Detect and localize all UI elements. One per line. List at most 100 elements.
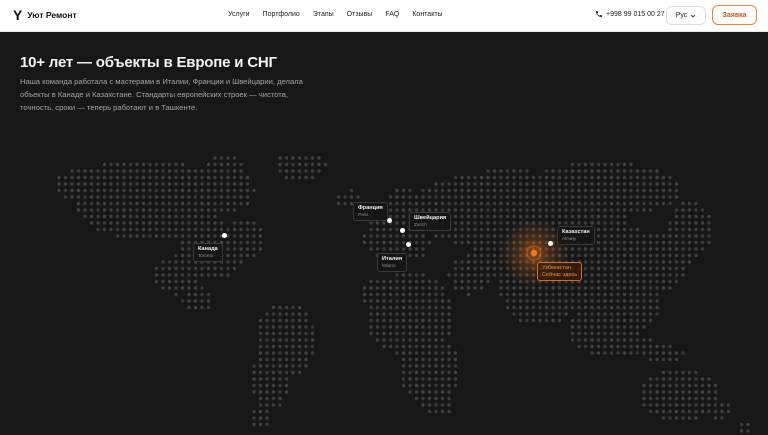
map-dot [648, 286, 653, 290]
map-dot [219, 266, 224, 271]
map-dot [388, 299, 393, 303]
nav-link-reviews[interactable]: Отзывы [347, 11, 373, 18]
map-dot [440, 357, 445, 362]
map-dot [167, 214, 172, 219]
map-dot [167, 273, 172, 277]
hero-description: Наша команда работала с мастерами в Итал… [20, 77, 303, 112]
map-dot [661, 286, 666, 290]
pin-italy[interactable] [406, 242, 411, 247]
map-dot [115, 221, 120, 225]
map-dot [655, 409, 659, 414]
map-dot [700, 390, 705, 394]
pin-switzerland[interactable] [400, 228, 405, 233]
nav-link-contacts[interactable]: Контакты [412, 11, 442, 18]
pin-kazakhstan[interactable] [548, 241, 553, 246]
map-dot [258, 370, 263, 375]
map-dot [583, 318, 588, 323]
map-dot [583, 162, 588, 167]
map-dot [148, 188, 152, 193]
map-dot [401, 338, 406, 342]
map-dot [648, 266, 653, 271]
map-dot [213, 162, 217, 167]
map-dot [466, 188, 471, 193]
map-dot [694, 234, 698, 238]
map-dot [635, 325, 640, 329]
map-dot [408, 299, 412, 303]
map-dot [408, 286, 412, 290]
map-dot [271, 364, 276, 368]
map-dot [609, 318, 614, 323]
map-dot [596, 325, 601, 329]
map-dot [661, 409, 666, 414]
map-dot [421, 234, 425, 238]
map-dot [401, 292, 406, 297]
brand-logo[interactable]: Y Уют Ремонт [13, 8, 77, 22]
nav-link-stages[interactable]: Этапы [313, 11, 334, 18]
map-dot [278, 344, 282, 349]
map-dot [596, 338, 601, 342]
map-dot [544, 318, 549, 323]
map-dot [70, 188, 74, 193]
map-dot [421, 247, 425, 251]
map-dot [226, 195, 230, 199]
map-dot [557, 292, 562, 297]
map-dot [557, 299, 562, 303]
map-dot [187, 305, 191, 310]
map-dot [512, 169, 516, 173]
map-dot [213, 188, 217, 193]
map-dot [395, 305, 399, 310]
map-dot [180, 201, 185, 206]
map-dot [655, 305, 659, 310]
map-dot [648, 234, 653, 238]
pin-canada[interactable] [222, 233, 227, 238]
map-dot [473, 260, 477, 264]
map-dot [622, 325, 627, 329]
map-dot [128, 169, 133, 173]
map-dot [278, 338, 282, 342]
map-dot [174, 292, 178, 297]
map-dot [596, 266, 601, 271]
nav-link-portfolio[interactable]: Портфолио [263, 11, 300, 18]
map-dot [525, 286, 529, 290]
map-dot [447, 299, 451, 303]
map-dot [284, 390, 289, 394]
map-dot [609, 169, 614, 173]
nav-link-faq[interactable]: FAQ [385, 11, 399, 18]
map-dot [453, 357, 458, 362]
map-dot [577, 214, 581, 219]
map-dot [622, 201, 627, 206]
map-dot [577, 188, 581, 193]
map-dot [161, 214, 165, 219]
map-dot [531, 175, 536, 180]
language-select[interactable]: Рус [666, 6, 706, 25]
map-dot [655, 292, 659, 297]
map-dot [577, 299, 581, 303]
map-dot [694, 370, 698, 375]
map-dot [265, 403, 269, 407]
map-dot [109, 182, 113, 186]
map-dot [642, 292, 646, 297]
map-dot [213, 175, 217, 180]
request-button[interactable]: Заявка [712, 5, 757, 25]
map-dot [382, 279, 386, 284]
map-dot [596, 188, 601, 193]
map-dot [551, 292, 555, 297]
map-dot [226, 201, 230, 206]
map-dot [213, 195, 217, 199]
map-dot [668, 286, 672, 290]
map-dot [200, 169, 204, 173]
map-dot [193, 305, 198, 310]
map-dot [661, 182, 666, 186]
map-dot [83, 195, 87, 199]
map-dot [486, 214, 490, 219]
map-dot [148, 201, 152, 206]
phone-link[interactable]: +998 99 015 00 27 [595, 10, 665, 18]
map-dot [622, 292, 627, 297]
nav-link-services[interactable]: Услуги [228, 11, 250, 18]
map-dot [128, 175, 133, 180]
map-dot [518, 208, 523, 212]
map-dot [603, 240, 607, 245]
map-dot [193, 266, 198, 271]
map-dot [252, 364, 256, 368]
map-dot [564, 169, 568, 173]
